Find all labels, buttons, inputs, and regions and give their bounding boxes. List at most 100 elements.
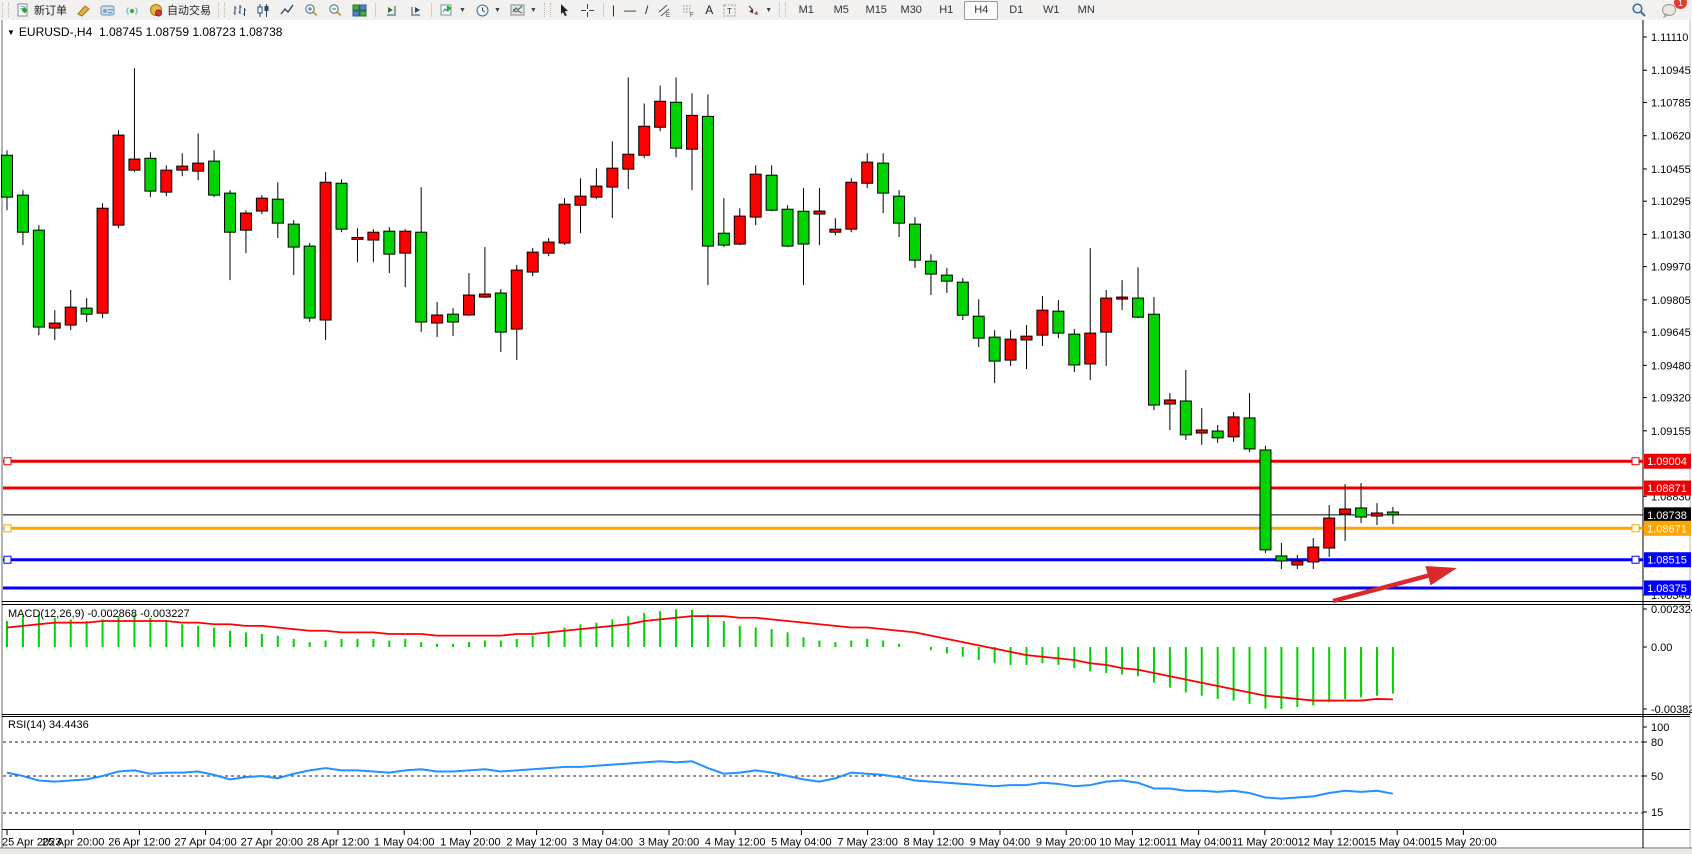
bear-candle[interactable] (1244, 418, 1255, 449)
bear-candle[interactable] (448, 314, 459, 322)
bull-candle[interactable] (734, 216, 745, 244)
bull-candle[interactable] (463, 295, 474, 315)
bear-candle[interactable] (17, 195, 28, 232)
bull-candle[interactable] (161, 170, 172, 192)
bull-candle[interactable] (113, 135, 124, 225)
bull-candle[interactable] (256, 198, 267, 211)
bull-candle[interactable] (607, 168, 618, 187)
bear-candle[interactable] (272, 199, 283, 223)
bull-candle[interactable] (65, 307, 76, 325)
bear-candle[interactable] (671, 102, 682, 148)
bull-candle[interactable] (846, 182, 857, 229)
bull-candle[interactable] (591, 186, 602, 197)
bull-candle[interactable] (368, 232, 379, 240)
bull-candle[interactable] (129, 159, 140, 170)
bull-candle[interactable] (1037, 310, 1048, 335)
bull-candle[interactable] (1308, 547, 1319, 562)
bear-candle[interactable] (495, 293, 506, 332)
bull-candle[interactable] (1005, 339, 1016, 360)
bear-candle[interactable] (416, 232, 427, 322)
time-axis-label: 8 May 12:00 (904, 837, 965, 849)
bull-candle[interactable] (352, 237, 363, 239)
bull-candle[interactable] (575, 196, 586, 205)
bull-candle[interactable] (623, 154, 634, 169)
time-axis-label: 3 May 20:00 (639, 837, 700, 849)
bull-candle[interactable] (1021, 336, 1032, 340)
line-handle[interactable] (1632, 556, 1639, 563)
bull-candle[interactable] (830, 229, 841, 232)
bull-candle[interactable] (686, 115, 697, 149)
bear-candle[interactable] (973, 316, 984, 338)
bull-candle[interactable] (1228, 417, 1239, 437)
bull-candle[interactable] (479, 294, 490, 297)
bull-candle[interactable] (432, 315, 443, 323)
chart-canvas[interactable]: 1.111101.109451.107851.106201.104551.102… (0, 0, 1692, 854)
bull-candle[interactable] (543, 242, 554, 253)
bull-candle[interactable] (1324, 518, 1335, 548)
bear-candle[interactable] (702, 116, 713, 246)
bull-candle[interactable] (1101, 298, 1112, 332)
bull-candle[interactable] (639, 126, 650, 155)
bear-candle[interactable] (1260, 450, 1271, 550)
bear-candle[interactable] (1069, 334, 1080, 365)
line-handle[interactable] (1632, 525, 1639, 532)
bear-candle[interactable] (225, 193, 236, 232)
bull-candle[interactable] (240, 213, 251, 230)
bear-candle[interactable] (1053, 311, 1064, 333)
bull-candle[interactable] (49, 323, 60, 328)
bull-candle[interactable] (511, 270, 522, 329)
bull-candle[interactable] (1340, 509, 1351, 514)
bear-candle[interactable] (894, 196, 905, 223)
bear-candle[interactable] (209, 161, 220, 195)
bear-candle[interactable] (766, 175, 777, 210)
collapse-triangle-icon[interactable]: ▼ (7, 28, 15, 37)
line-handle[interactable] (1632, 458, 1639, 465)
bull-candle[interactable] (1085, 333, 1096, 364)
bear-candle[interactable] (1356, 508, 1367, 517)
bear-candle[interactable] (718, 233, 729, 245)
bull-candle[interactable] (862, 162, 873, 183)
bull-candle[interactable] (750, 174, 761, 217)
bull-candle[interactable] (1164, 400, 1175, 404)
bear-candle[interactable] (782, 209, 793, 246)
bull-candle[interactable] (97, 208, 108, 313)
bear-candle[interactable] (33, 230, 44, 327)
bull-candle[interactable] (559, 204, 570, 243)
bear-candle[interactable] (910, 224, 921, 260)
line-handle[interactable] (4, 458, 11, 465)
bear-candle[interactable] (145, 158, 156, 191)
bear-candle[interactable] (989, 337, 1000, 361)
bull-candle[interactable] (527, 252, 538, 272)
bull-candle[interactable] (193, 163, 204, 171)
bear-candle[interactable] (798, 211, 809, 244)
bear-candle[interactable] (1387, 512, 1398, 515)
bull-candle[interactable] (400, 231, 411, 253)
bull-candle[interactable] (1117, 297, 1128, 299)
line-handle[interactable] (4, 556, 11, 563)
bear-candle[interactable] (336, 183, 347, 229)
bull-candle[interactable] (1196, 430, 1207, 433)
rsi-indicator-label: RSI(14) 34.4436 (8, 719, 89, 731)
bear-candle[interactable] (1212, 431, 1223, 438)
bull-candle[interactable] (320, 182, 331, 320)
bear-candle[interactable] (2, 155, 13, 197)
bear-candle[interactable] (1133, 298, 1144, 317)
bull-candle[interactable] (177, 166, 188, 170)
bear-candle[interactable] (941, 275, 952, 281)
bull-candle[interactable] (1292, 561, 1303, 565)
bear-candle[interactable] (878, 163, 889, 193)
bear-candle[interactable] (304, 246, 315, 318)
bull-candle[interactable] (655, 101, 666, 127)
bear-candle[interactable] (288, 224, 299, 247)
bear-candle[interactable] (1148, 314, 1159, 405)
bull-candle[interactable] (1371, 513, 1382, 516)
bear-candle[interactable] (81, 308, 92, 314)
line-handle[interactable] (4, 525, 11, 532)
bear-candle[interactable] (1276, 556, 1287, 561)
bear-candle[interactable] (925, 261, 936, 274)
svg-text:80: 80 (1651, 737, 1663, 749)
bear-candle[interactable] (384, 231, 395, 254)
bear-candle[interactable] (1180, 401, 1191, 435)
bull-candle[interactable] (814, 211, 825, 214)
bear-candle[interactable] (957, 282, 968, 315)
